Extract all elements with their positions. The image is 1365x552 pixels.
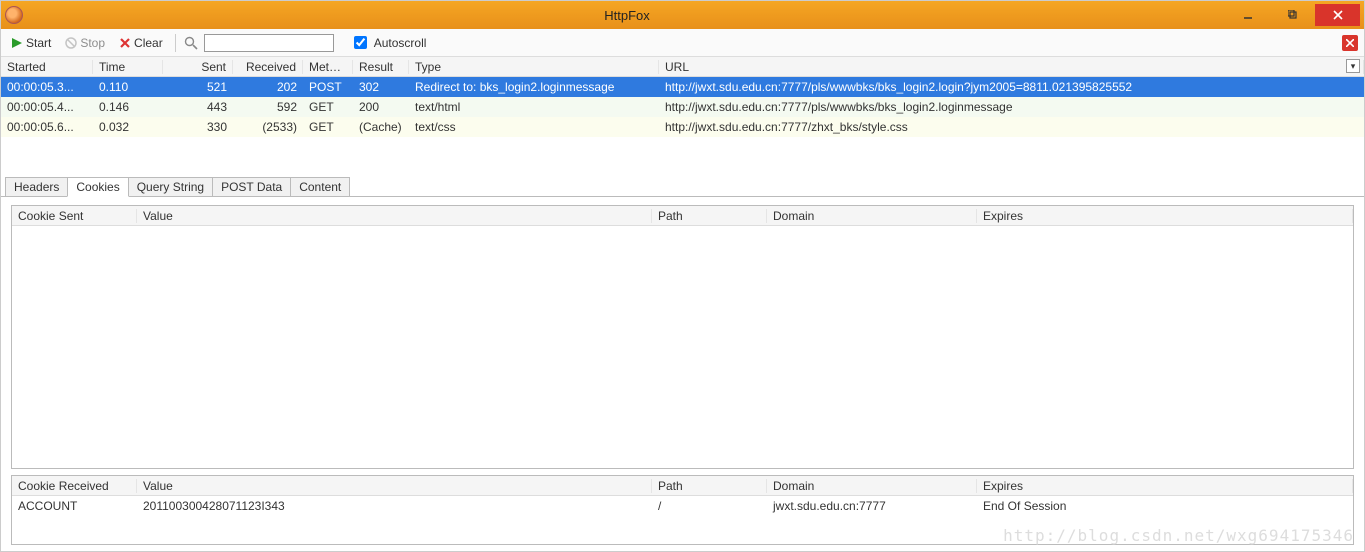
cookie-domain: jwxt.sdu.edu.cn:7777 (767, 499, 977, 513)
cookies-received-body: ACCOUNT 201100300428071123I343 / jwxt.sd… (12, 496, 1353, 544)
col-value[interactable]: Value (137, 479, 652, 493)
tab-post-data[interactable]: POST Data (212, 177, 291, 197)
cookies-received-table: Cookie Received Value Path Domain Expire… (11, 475, 1354, 545)
cookie-expires: End Of Session (977, 499, 1353, 513)
cookie-name: ACCOUNT (12, 499, 137, 513)
close-icon (1346, 39, 1354, 47)
col-expires[interactable]: Expires (977, 479, 1353, 493)
col-path[interactable]: Path (652, 209, 767, 223)
cookie-value: 201100300428071123I343 (137, 499, 652, 513)
col-method[interactable]: Method (303, 60, 353, 74)
play-icon (11, 37, 23, 49)
col-result[interactable]: Result (353, 60, 409, 74)
request-rows: 00:00:05.3... 0.110 521 202 POST 302 Red… (1, 77, 1364, 167)
separator (175, 34, 176, 52)
search-icon (184, 36, 198, 50)
clear-label: Clear (134, 36, 163, 50)
stop-label: Stop (80, 36, 105, 50)
cookie-path: / (652, 499, 767, 513)
cookies-received-header: Cookie Received Value Path Domain Expire… (12, 476, 1353, 496)
filter-input[interactable] (204, 34, 334, 52)
clear-button[interactable]: Clear (115, 35, 167, 51)
autoscroll-toggle[interactable]: Autoscroll (350, 33, 427, 52)
col-domain[interactable]: Domain (767, 209, 977, 223)
cookies-sent-body (12, 226, 1353, 468)
titlebar: HttpFox (1, 1, 1364, 29)
col-url[interactable]: URL (659, 60, 1364, 74)
table-row[interactable]: 00:00:05.6... 0.032 330 (2533) GET (Cach… (1, 117, 1364, 137)
col-cookie-received[interactable]: Cookie Received (12, 479, 137, 493)
tab-headers[interactable]: Headers (5, 177, 68, 197)
request-table: Started Time Sent Received Method Result… (1, 57, 1364, 167)
cookies-sent-header: Cookie Sent Value Path Domain Expires (12, 206, 1353, 226)
col-sent[interactable]: Sent (163, 60, 233, 74)
firefox-icon (5, 6, 23, 24)
cookie-row[interactable]: ACCOUNT 201100300428071123I343 / jwxt.sd… (12, 496, 1353, 516)
app-window: HttpFox Start Stop Clear (0, 0, 1365, 552)
start-label: Start (26, 36, 51, 50)
col-received[interactable]: Received (233, 60, 303, 74)
stop-icon (65, 37, 77, 49)
cookies-sent-table: Cookie Sent Value Path Domain Expires (11, 205, 1354, 469)
stop-button[interactable]: Stop (61, 35, 109, 51)
col-time[interactable]: Time (93, 60, 163, 74)
close-button[interactable] (1315, 4, 1360, 26)
col-expires[interactable]: Expires (977, 209, 1353, 223)
tab-content[interactable]: Content (290, 177, 350, 197)
window-title: HttpFox (29, 8, 1225, 23)
autoscroll-checkbox[interactable] (354, 36, 367, 49)
table-row[interactable]: 00:00:05.3... 0.110 521 202 POST 302 Red… (1, 77, 1364, 97)
maximize-icon (1288, 10, 1298, 20)
autoscroll-label: Autoscroll (374, 36, 427, 50)
request-table-header: Started Time Sent Received Method Result… (1, 57, 1364, 77)
col-type[interactable]: Type (409, 60, 659, 74)
col-domain[interactable]: Domain (767, 479, 977, 493)
tab-cookies[interactable]: Cookies (67, 177, 128, 197)
x-icon (119, 37, 131, 49)
window-buttons (1225, 4, 1360, 26)
detail-tabs: Headers Cookies Query String POST Data C… (1, 173, 1364, 197)
col-value[interactable]: Value (137, 209, 652, 223)
cookies-panel: Cookie Sent Value Path Domain Expires Co… (1, 196, 1364, 551)
maximize-button[interactable] (1270, 4, 1315, 26)
close-icon (1333, 10, 1343, 20)
minimize-icon (1243, 10, 1253, 20)
panel-close-button[interactable] (1342, 35, 1358, 51)
minimize-button[interactable] (1225, 4, 1270, 26)
start-button[interactable]: Start (7, 35, 55, 51)
col-started[interactable]: Started (1, 60, 93, 74)
col-path[interactable]: Path (652, 479, 767, 493)
table-row[interactable]: 00:00:05.4... 0.146 443 592 GET 200 text… (1, 97, 1364, 117)
col-cookie-sent[interactable]: Cookie Sent (12, 209, 137, 223)
column-picker-icon[interactable]: ▾ (1346, 59, 1360, 73)
toolbar: Start Stop Clear Autoscroll (1, 29, 1364, 57)
tab-query-string[interactable]: Query String (128, 177, 213, 197)
